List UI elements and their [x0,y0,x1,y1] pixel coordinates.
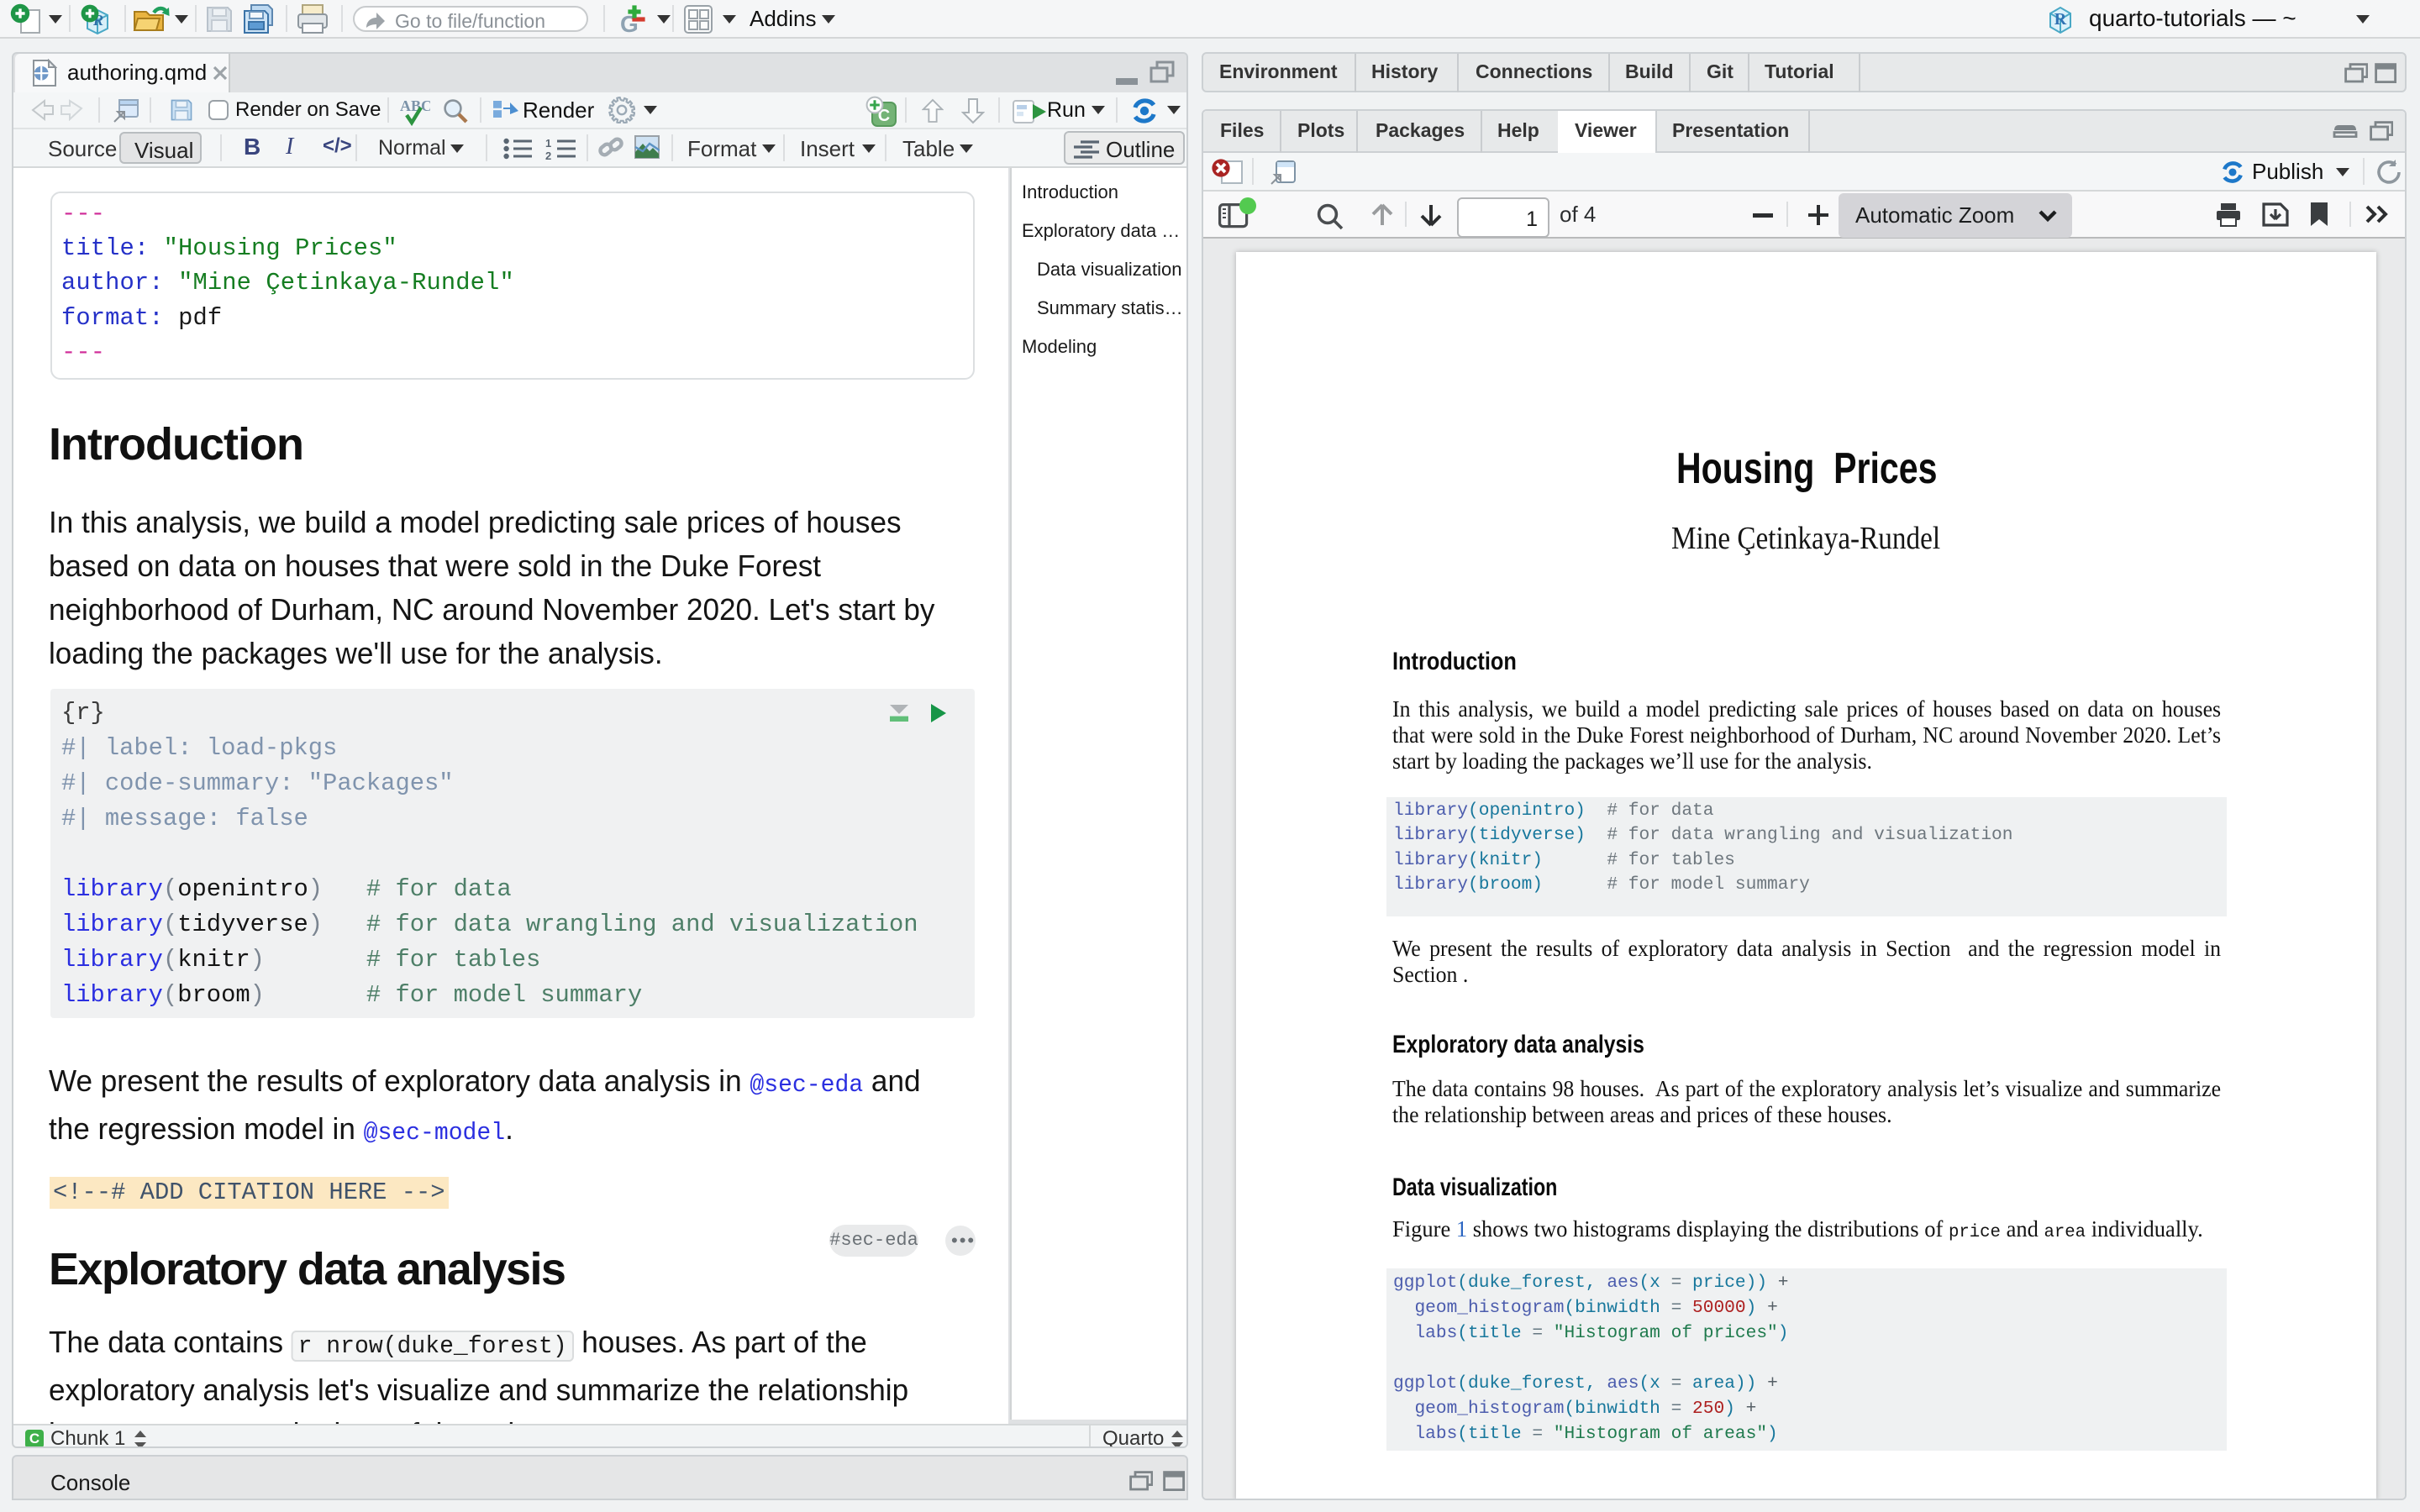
svg-text:ABC: ABC [400,97,430,114]
svg-text:1: 1 [545,138,551,150]
svg-text:R: R [2054,10,2067,29]
svg-text:2: 2 [545,150,551,160]
